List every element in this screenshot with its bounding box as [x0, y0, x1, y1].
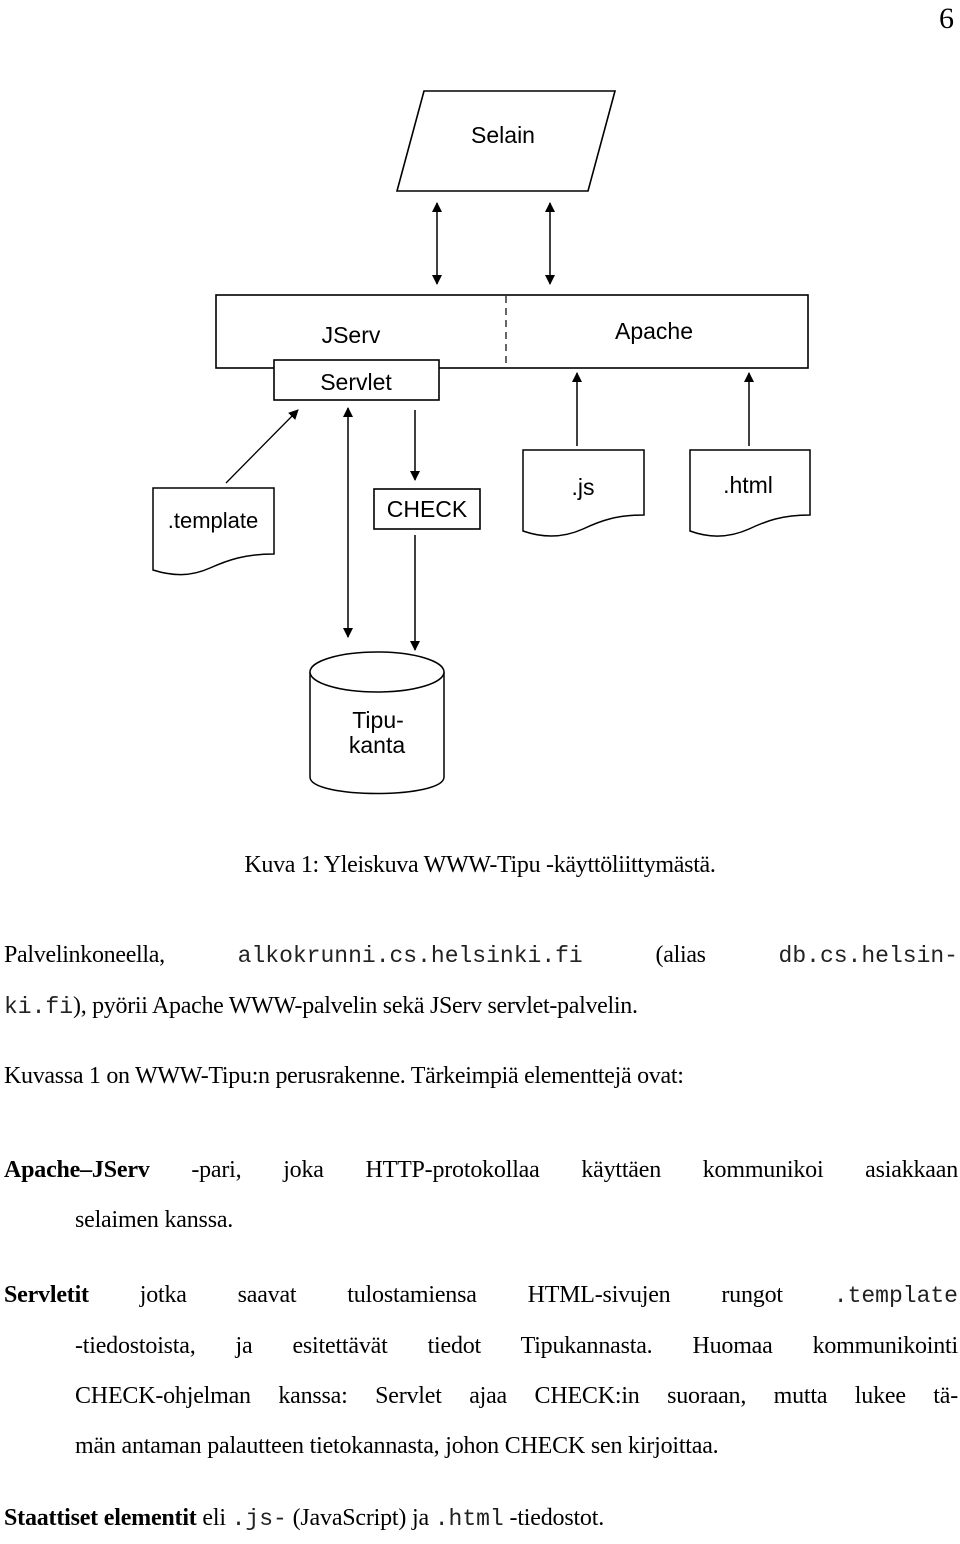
- servlet-node: Servlet: [273, 359, 440, 401]
- definition-item-3: Staattiset elementit eli .js- (JavaScrip…: [4, 1505, 604, 1532]
- check-label: CHECK: [387, 496, 468, 522]
- template-servlet-arrow: [225, 409, 299, 484]
- code-js: .js-: [231, 1506, 287, 1532]
- definition-item-2: Servletit jotka saavat tulostamiensa HTM…: [4, 1282, 958, 1459]
- hostname-alias: db.cs.helsin-: [778, 943, 958, 969]
- template-file-node: .template: [152, 487, 275, 576]
- term-staattiset: Staattiset elementit: [4, 1505, 197, 1531]
- paragraph-server-line1: Palvelinkoneella, alkokrunni.cs.helsinki…: [4, 942, 958, 969]
- paragraph-structure: Kuvassa 1 on WWW-Tipu:n perusrakenne. Tä…: [4, 1063, 684, 1089]
- hostname-alias-cont: ki.fi: [4, 994, 74, 1020]
- apache-label: Apache: [615, 318, 693, 344]
- term-apache-jserv: Apache–JServ: [4, 1157, 150, 1183]
- template-label: .template: [168, 508, 259, 533]
- html-label: .html: [723, 472, 773, 498]
- database-node: Tipu- kanta: [309, 651, 445, 795]
- browser-label: Selain: [471, 122, 535, 148]
- server-node: JServ Apache: [215, 294, 809, 369]
- html-file-node: .html: [689, 449, 811, 537]
- figure-caption: Kuva 1: Yleiskuva WWW-Tipu -käyttöliitty…: [244, 852, 716, 878]
- hostname: alkokrunni.cs.helsinki.fi: [237, 943, 583, 969]
- jserv-label: JServ: [322, 322, 381, 348]
- database-label-line2: kanta: [349, 732, 405, 758]
- code-template: .template: [833, 1283, 958, 1309]
- code-html: .html: [434, 1506, 504, 1532]
- architecture-diagram: Selain JServ Apache Servlet .template CH…: [152, 90, 811, 795]
- paragraph-server-line2: ki.fi), pyörii Apache WWW-palvelin sekä …: [4, 993, 638, 1020]
- servlet-label: Servlet: [320, 369, 392, 395]
- definition-item-1: Apache–JServ -pari, joka HTTP-protokolla…: [4, 1157, 958, 1233]
- paragraph-server: Palvelinkoneella, alkokrunni.cs.helsinki…: [4, 930, 958, 1032]
- database-label-line1: Tipu-: [352, 707, 404, 733]
- browser-node: Selain: [395, 90, 617, 192]
- check-node: CHECK: [373, 488, 481, 530]
- term-servletit: Servletit: [4, 1282, 89, 1308]
- js-label: .js: [572, 474, 595, 500]
- js-file-node: .js: [522, 449, 645, 537]
